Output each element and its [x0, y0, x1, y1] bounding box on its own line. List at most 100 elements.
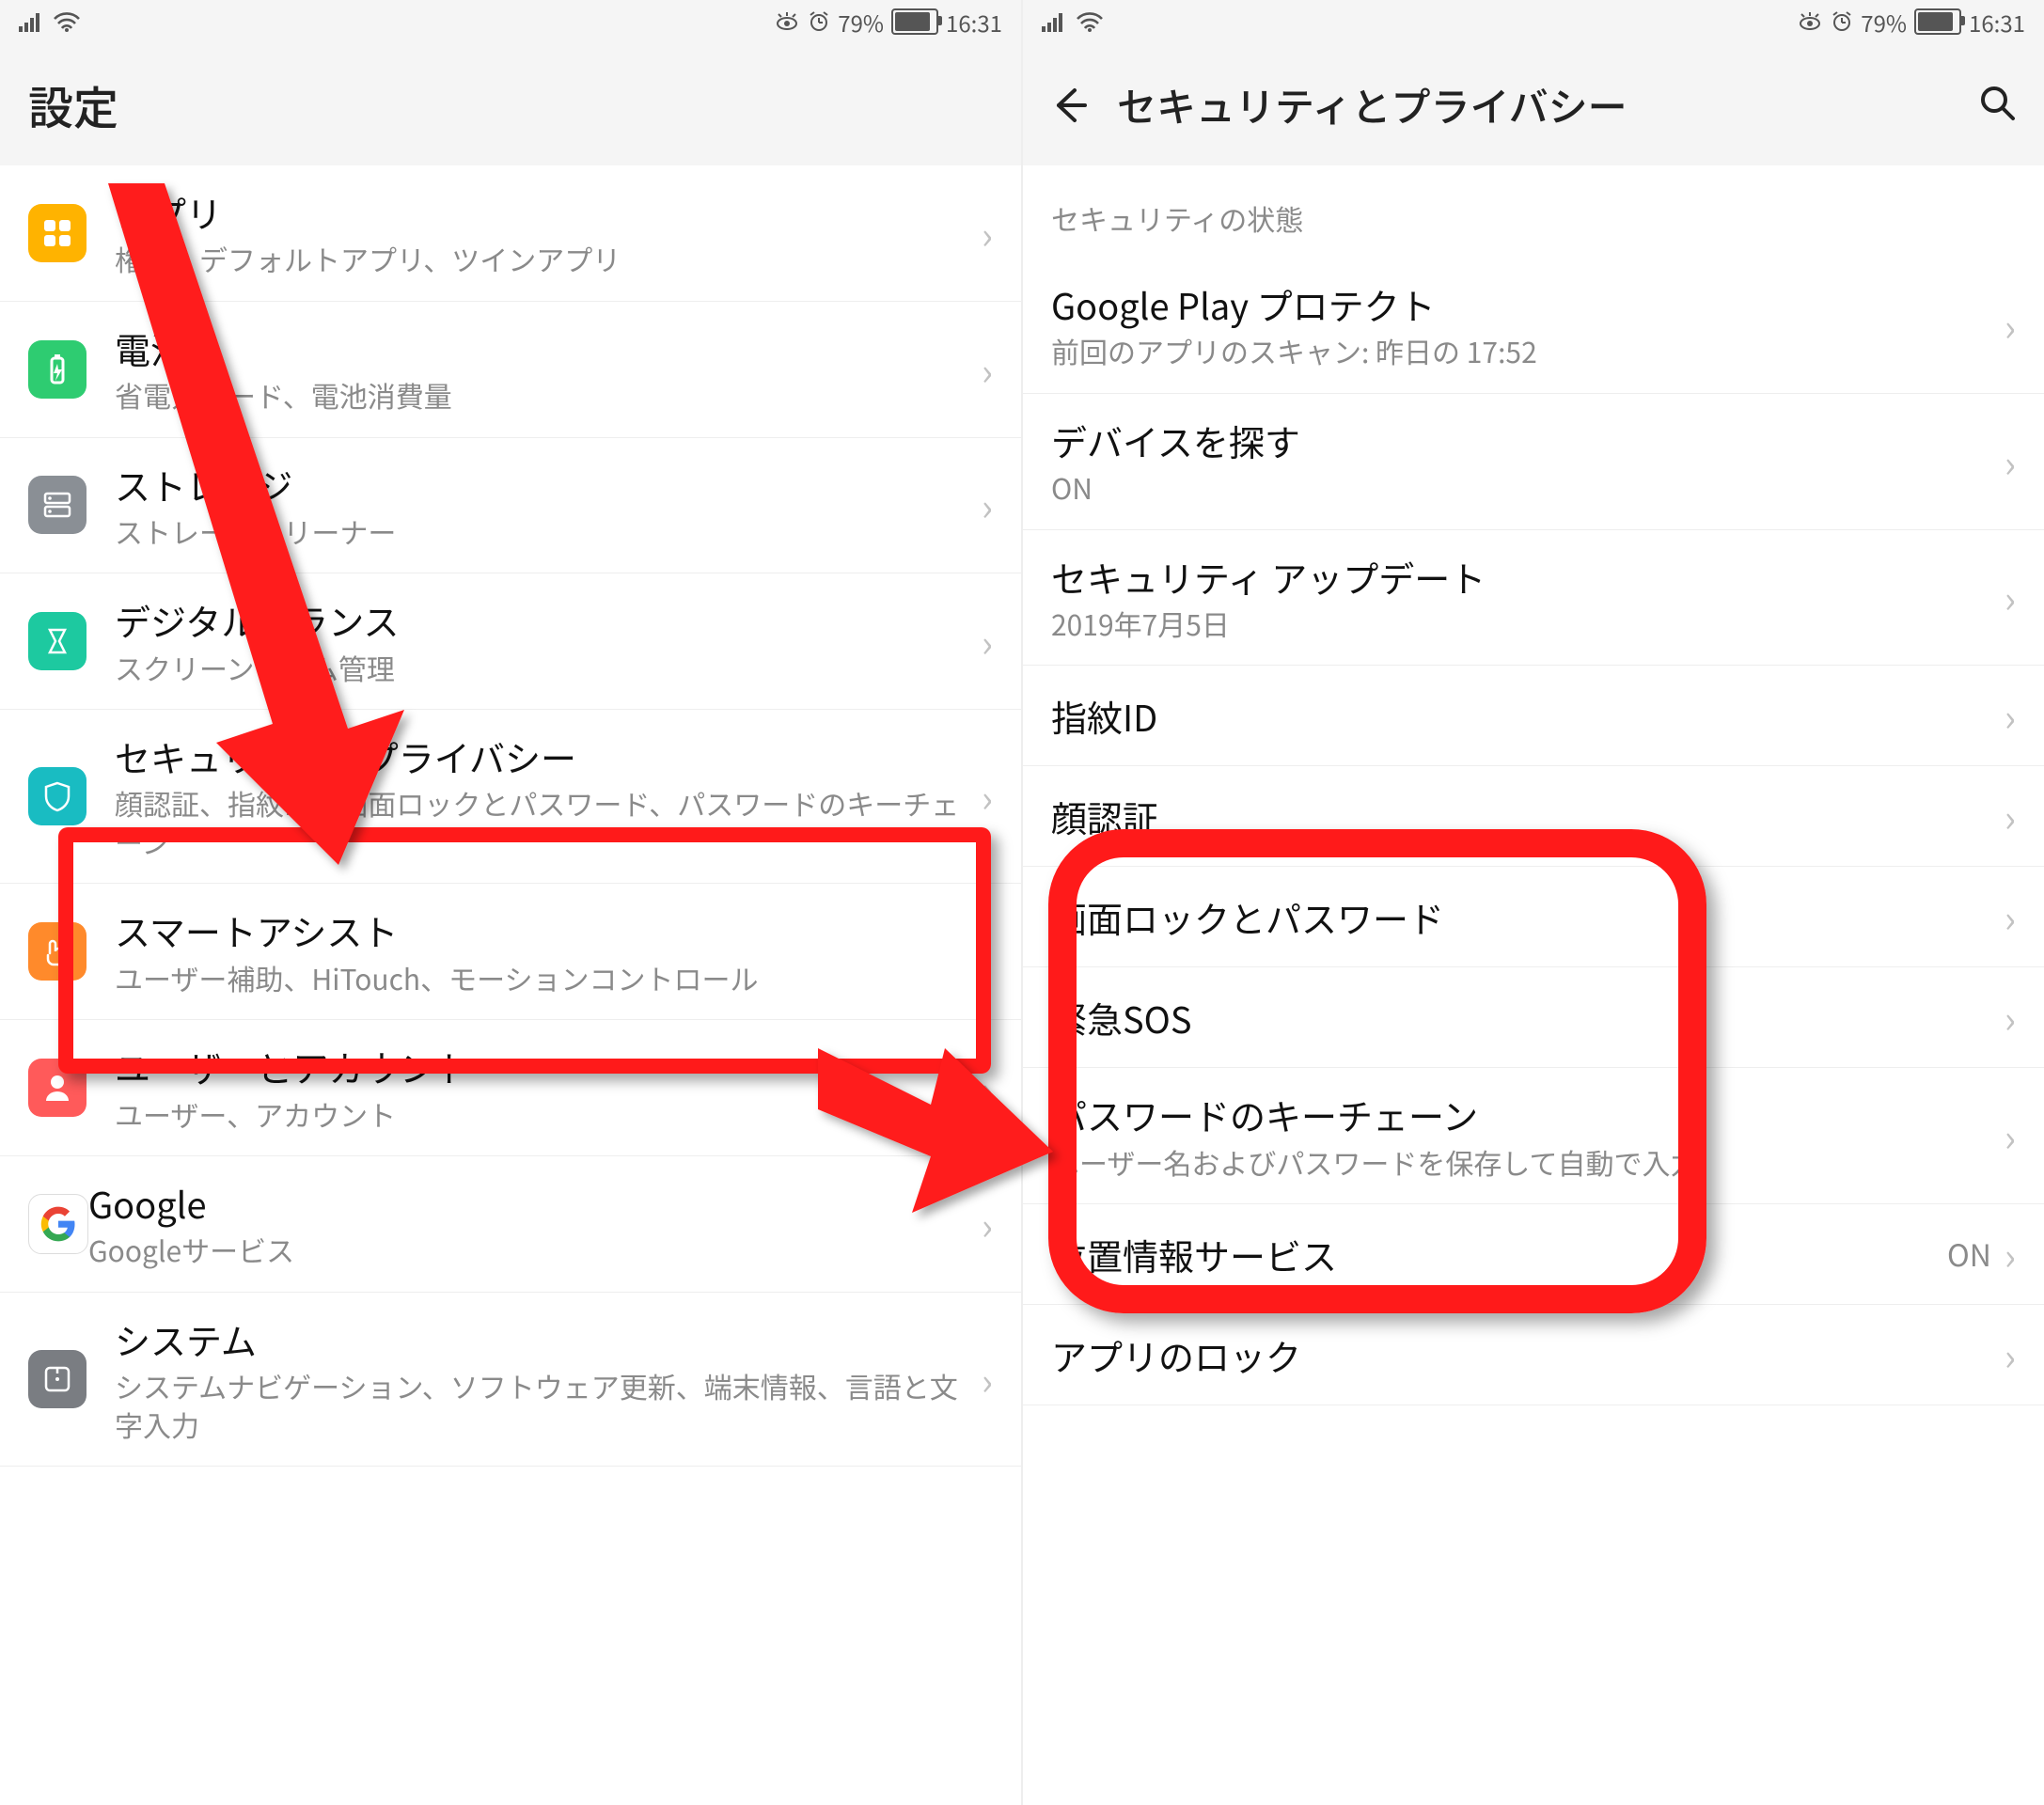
chevron-right-icon: › [2005, 1327, 2016, 1382]
chevron-right-icon: › [2005, 1227, 2016, 1281]
row-subtitle: 顔認証、指紋ID、画面ロックとパスワード、パスワードのキーチェーン [115, 784, 968, 860]
row-subtitle: スクリーンタイム管理 [115, 649, 968, 687]
security-row-3[interactable]: 指紋ID › [1023, 666, 2044, 766]
row-subtitle: ストレージクリーナー [115, 512, 968, 551]
chevron-right-icon: › [2005, 434, 2016, 489]
row-title: 画面ロックとパスワード [1051, 893, 1991, 941]
row-subtitle: システムナビゲーション、ソフトウェア更新、端末情報、言語と文字入力 [115, 1367, 968, 1443]
row-title: 緊急SOS [1051, 994, 1991, 1042]
settings-row-security[interactable]: セキュリティとプライバシー顔認証、指紋ID、画面ロックとパスワード、パスワードの… [0, 710, 1021, 884]
row-subtitle: 前回のアプリのスキャン: 昨日の 17:52 [1051, 332, 1991, 370]
settings-row-digital[interactable]: デジタルバランススクリーンタイム管理› [0, 573, 1021, 710]
row-title: 顔認証 [1051, 793, 1991, 840]
signal-icon [19, 11, 43, 32]
chevron-right-icon: › [982, 342, 993, 397]
eye-comfort-icon [1797, 12, 1823, 31]
row-title: スマートアシスト [115, 906, 968, 954]
chevron-right-icon: › [2005, 570, 2016, 624]
settings-list: アプリ権限、デフォルトアプリ、ツインアプリ›電池省電力モード、電池消費量›ストレ… [0, 165, 1021, 1805]
chevron-right-icon: › [2005, 889, 2016, 944]
digital-icon [28, 612, 86, 670]
battery-icon [1914, 8, 1961, 35]
chevron-right-icon: › [982, 1352, 993, 1406]
status-bar-right: 79% 16:31 [1023, 0, 2044, 43]
row-value: ON [1947, 1232, 1991, 1276]
search-button[interactable] [1978, 76, 2016, 133]
security-header: セキュリティとプライバシー [1023, 43, 2044, 165]
settings-row-storage[interactable]: ストレージストレージクリーナー › [0, 438, 1021, 574]
security-row-2[interactable]: セキュリティ アップデート2019年7月5日 › [1023, 530, 2044, 667]
security-row-9[interactable]: アプリのロック › [1023, 1305, 2044, 1405]
settings-row-smart[interactable]: スマートアシストユーザー補助、HiTouch、モーションコントロール › [0, 884, 1021, 1020]
row-title: ストレージ [115, 461, 968, 509]
alarm-icon [808, 10, 830, 33]
security-row-7[interactable]: パスワードのキーチェーンユーザー名およびパスワードを保存して自動で入力 › [1023, 1068, 2044, 1204]
row-title: デジタルバランス [115, 596, 968, 644]
security-icon [28, 767, 86, 825]
settings-header: 設定 [0, 43, 1021, 165]
battery-pct: 79% [838, 6, 884, 39]
battery-pct: 79% [1861, 6, 1907, 39]
security-row-6[interactable]: 緊急SOS › [1023, 967, 2044, 1068]
row-title: Google [88, 1179, 968, 1227]
google-icon [28, 1194, 88, 1254]
status-time: 16:31 [1969, 6, 2025, 39]
settings-row-apps[interactable]: アプリ権限、デフォルトアプリ、ツインアプリ › [0, 165, 1021, 302]
wifi-icon [1076, 11, 1104, 32]
settings-row-battery[interactable]: 電池省電力モード、電池消費量› [0, 302, 1021, 438]
row-subtitle: 権限、デフォルトアプリ、ツインアプリ [115, 240, 968, 278]
chevron-right-icon: › [982, 924, 993, 979]
back-button[interactable] [1051, 71, 1089, 137]
row-title: 電池 [115, 324, 968, 372]
chevron-right-icon: › [2005, 688, 2016, 743]
row-title: 位置情報サービス [1051, 1231, 1934, 1279]
wifi-icon [53, 11, 81, 32]
storage-icon [28, 476, 86, 534]
security-list: Google Play プロテクト前回のアプリのスキャン: 昨日の 17:52 ›… [1023, 258, 2044, 1805]
chevron-right-icon: › [982, 1060, 993, 1115]
settings-row-google[interactable]: Google Googleサービス › [0, 1156, 1021, 1293]
chevron-right-icon: › [2005, 789, 2016, 843]
security-row-8[interactable]: 位置情報サービス ON › [1023, 1204, 2044, 1305]
settings-row-user[interactable]: ユーザーとアカウントユーザー、アカウント› [0, 1020, 1021, 1156]
security-row-5[interactable]: 画面ロックとパスワード › [1023, 867, 2044, 967]
row-title: Google Play プロテクト [1051, 280, 1991, 328]
chevron-right-icon: › [2005, 1108, 2016, 1163]
chevron-right-icon: › [2005, 990, 2016, 1044]
row-title: アプリ [115, 188, 968, 236]
row-subtitle: ユーザー名およびパスワードを保存して自動で入力 [1051, 1143, 1991, 1182]
row-title: デバイスを探す [1051, 416, 1991, 464]
row-subtitle: Googleサービス [88, 1231, 968, 1269]
row-title: セキュリティ アップデート [1051, 553, 1991, 601]
row-subtitle: ユーザー、アカウント [115, 1095, 968, 1134]
user-icon [28, 1059, 86, 1117]
system-icon [28, 1350, 86, 1408]
chevron-right-icon: › [982, 1197, 993, 1251]
security-state-section: セキュリティの状態 [1023, 165, 2044, 258]
row-subtitle: ON [1051, 468, 1991, 507]
chevron-right-icon: › [982, 206, 993, 260]
status-bar-left: 79% 16:31 [0, 0, 1021, 43]
battery-icon [28, 340, 86, 399]
page-title: 設定 [28, 71, 118, 137]
row-title: パスワードのキーチェーン [1051, 1091, 1991, 1138]
security-row-4[interactable]: 顔認証 › [1023, 766, 2044, 867]
row-title: システム [115, 1315, 968, 1363]
row-title: アプリのロック [1051, 1331, 1991, 1379]
status-time: 16:31 [946, 6, 1002, 39]
row-title: 指紋ID [1051, 692, 1991, 740]
row-subtitle: 2019年7月5日 [1051, 604, 1991, 643]
row-subtitle: ユーザー補助、HiTouch、モーションコントロール [115, 959, 968, 997]
chevron-right-icon: › [982, 769, 993, 824]
chevron-right-icon: › [2005, 298, 2016, 353]
security-row-1[interactable]: デバイスを探す ON › [1023, 394, 2044, 530]
battery-icon [891, 8, 938, 35]
alarm-icon [1831, 10, 1853, 33]
security-row-0[interactable]: Google Play プロテクト前回のアプリのスキャン: 昨日の 17:52 › [1023, 258, 2044, 394]
chevron-right-icon: › [982, 478, 993, 532]
signal-icon [1042, 11, 1066, 32]
settings-screen: 79% 16:31 設定 アプリ権限、デフォルトアプリ、ツインアプリ›電池省電力… [0, 0, 1023, 1805]
page-title: セキュリティとプライバシー [1117, 76, 1627, 133]
settings-row-system[interactable]: システムシステムナビゲーション、ソフトウェア更新、端末情報、言語と文字入力 › [0, 1293, 1021, 1467]
security-privacy-screen: 79% 16:31 セキュリティとプライバシー セキュリティの状態 Google… [1023, 0, 2044, 1805]
